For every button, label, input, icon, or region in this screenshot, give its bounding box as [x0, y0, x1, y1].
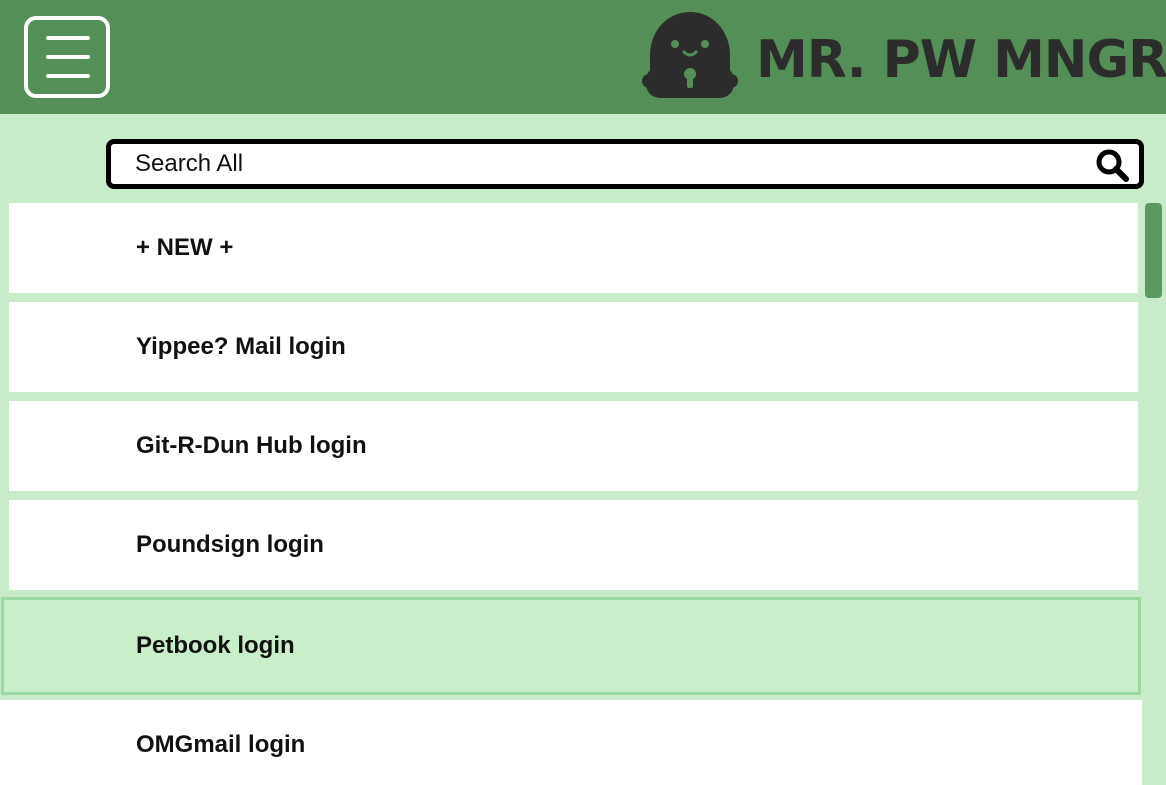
list-item-label: OMGmail login — [136, 731, 306, 758]
list-item-label: Git-R-Dun Hub login — [136, 432, 367, 459]
app-header: MR. PW MNGR — [0, 0, 1166, 114]
menu-line — [46, 55, 90, 59]
new-login-item[interactable]: + NEW + — [9, 203, 1138, 293]
list-item-label: Yippee? Mail login — [136, 333, 346, 360]
app-title: MR. PW MNGR — [756, 30, 1166, 90]
robot-padlock-icon — [642, 12, 738, 98]
list-item[interactable]: OMGmail login — [0, 700, 1142, 785]
login-list: + NEW + Yippee? Mail login Git-R-Dun Hub… — [0, 203, 1142, 785]
search-input[interactable] — [135, 144, 1075, 184]
menu-line — [46, 74, 90, 78]
list-item[interactable]: Git-R-Dun Hub login — [9, 401, 1138, 491]
menu-line — [46, 36, 90, 40]
list-item-label: + NEW + — [136, 234, 234, 261]
list-item-label: Poundsign login — [136, 531, 324, 558]
search-bar[interactable] — [106, 139, 1144, 189]
list-item-label: Petbook login — [136, 632, 295, 659]
search-icon[interactable] — [1095, 148, 1129, 182]
hamburger-menu-button[interactable] — [24, 16, 110, 98]
scrollbar-thumb[interactable] — [1145, 203, 1162, 298]
list-scrollbar[interactable] — [1143, 203, 1163, 785]
list-item[interactable]: Poundsign login — [9, 500, 1138, 590]
list-item[interactable]: Yippee? Mail login — [9, 302, 1138, 392]
list-item-selected[interactable]: Petbook login — [1, 597, 1141, 695]
